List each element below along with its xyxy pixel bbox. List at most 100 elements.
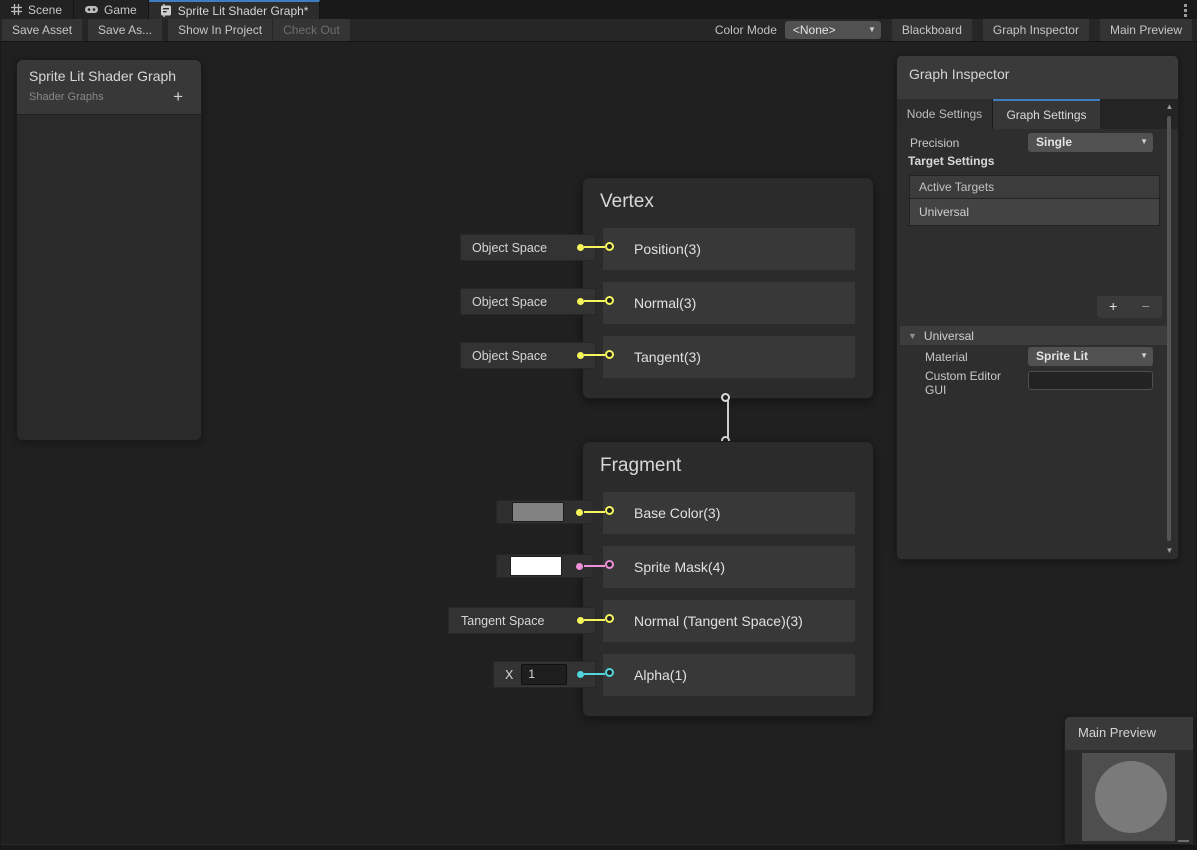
port-row-base-color: Base Color(3) (603, 492, 855, 534)
color-swatch[interactable] (510, 556, 562, 576)
inspector-scrollbar[interactable]: ▲ ▼ (1163, 102, 1176, 555)
normal-space-dropdown[interactable]: Object Space (460, 288, 596, 315)
port-label: Alpha(1) (634, 667, 687, 683)
alpha-input[interactable]: 1 (521, 664, 567, 685)
tab-game-label: Game (104, 3, 137, 17)
graph-canvas[interactable]: Sprite Lit Shader Graph Shader Graphs + … (1, 42, 1196, 845)
port-label: Normal (Tangent Space)(3) (634, 613, 803, 629)
port-row-normal-tangent-space: Normal (Tangent Space)(3) (603, 600, 855, 642)
color-mode-dropdown[interactable]: <None> ▼ (785, 21, 881, 39)
add-target-button[interactable]: + (1097, 296, 1130, 318)
main-preview-body (1065, 750, 1193, 845)
port-label: Tangent(3) (634, 349, 701, 365)
remove-target-button[interactable]: − (1130, 296, 1163, 318)
tab-graph-settings[interactable]: Graph Settings (993, 99, 1100, 129)
position-space-dropdown[interactable]: Object Space (460, 234, 596, 261)
alpha-port[interactable] (605, 668, 614, 677)
port-dot-icon (577, 671, 584, 678)
chevron-down-icon: ▼ (868, 21, 876, 39)
port-label: Position(3) (634, 241, 701, 257)
graph-inspector-toggle-button[interactable]: Graph Inspector (983, 19, 1089, 41)
preview-sphere (1095, 761, 1167, 833)
tangent-space-dropdown[interactable]: Object Space (460, 342, 596, 369)
port-connector-line (584, 246, 605, 248)
port-row-position: Position(3) (603, 228, 855, 270)
add-property-button[interactable]: + (173, 90, 183, 104)
target-list-item[interactable]: Universal (910, 199, 1159, 225)
vertex-node[interactable]: Vertex Position(3) Normal(3) Tangent(3) (582, 177, 874, 399)
port-label: Normal(3) (634, 295, 696, 311)
tangent-port[interactable] (605, 350, 614, 359)
active-targets-header: Active Targets (910, 176, 1159, 199)
chevron-down-icon: ▼ (1140, 133, 1148, 151)
port-connector-line (584, 673, 605, 675)
unity-shader-graph-window: Scene Game Sprite Lit Shader Graph* Save… (0, 0, 1197, 850)
fragment-node[interactable]: Fragment Base Color(3) Sprite Mask(4) No… (582, 441, 874, 717)
scroll-up-icon[interactable]: ▲ (1163, 102, 1176, 111)
preview-render-area (1082, 753, 1175, 841)
vertex-node-title: Vertex (583, 178, 873, 213)
blackboard-subtitle: Shader Graphs (29, 91, 104, 103)
material-dropdown[interactable]: Sprite Lit ▼ (1028, 347, 1153, 366)
blackboard-header: Sprite Lit Shader Graph Shader Graphs + (17, 60, 201, 115)
scrollbar-thumb[interactable] (1167, 116, 1171, 541)
port-row-alpha: Alpha(1) (603, 654, 855, 696)
active-targets-list: Active Targets Universal (909, 175, 1160, 226)
precision-dropdown[interactable]: Single ▼ (1028, 133, 1153, 152)
shader-graph-toolbar: Save Asset Save As... Show In Project Ch… (0, 19, 1197, 42)
main-preview-title: Main Preview (1065, 717, 1193, 750)
inspector-tab-strip: Node Settings Graph Settings (897, 99, 1178, 129)
tab-scene[interactable]: Scene (0, 0, 74, 19)
base-color-swatch-field[interactable] (496, 500, 594, 524)
scene-grid-icon (11, 4, 22, 15)
blackboard-title: Sprite Lit Shader Graph (29, 68, 189, 84)
sprite-mask-port[interactable] (605, 560, 614, 569)
blackboard-toggle-button[interactable]: Blackboard (892, 19, 972, 41)
fragment-node-title: Fragment (583, 442, 873, 477)
normal-space-dropdown[interactable]: Tangent Space (448, 607, 596, 634)
save-as-button[interactable]: Save As... (88, 19, 162, 41)
normal-tangent-space-port[interactable] (605, 614, 614, 623)
port-connector-line (584, 565, 605, 567)
color-mode-label: Color Mode (715, 23, 777, 37)
foldout-triangle-icon: ▼ (908, 331, 917, 341)
tab-shader-graph[interactable]: Sprite Lit Shader Graph* (149, 0, 321, 19)
normal-port[interactable] (605, 296, 614, 305)
tab-node-settings[interactable]: Node Settings (897, 99, 993, 129)
universal-foldout[interactable]: ▼ Universal (900, 326, 1170, 345)
precision-label: Precision (910, 136, 959, 150)
universal-foldout-label: Universal (924, 329, 974, 343)
port-dot-icon (576, 509, 583, 516)
main-preview-toggle-button[interactable]: Main Preview (1100, 19, 1192, 41)
graph-inspector-panel[interactable]: Graph Inspector Node Settings Graph Sett… (896, 55, 1179, 560)
sprite-mask-swatch-field[interactable] (496, 554, 594, 578)
position-port[interactable] (605, 242, 614, 251)
port-row-normal: Normal(3) (603, 282, 855, 324)
inspector-body: Precision Single ▼ Target Settings Activ… (897, 129, 1178, 559)
port-dot-icon (577, 352, 584, 359)
material-label: Material (925, 350, 968, 364)
port-dot-icon (576, 563, 583, 570)
port-dot-icon (577, 298, 584, 305)
port-row-sprite-mask: Sprite Mask(4) (603, 546, 855, 588)
blackboard-panel[interactable]: Sprite Lit Shader Graph Shader Graphs + (16, 59, 202, 441)
chevron-down-icon: ▼ (1140, 347, 1148, 365)
color-swatch[interactable] (512, 502, 564, 522)
custom-editor-gui-label: Custom Editor GUI (925, 369, 1001, 397)
port-dot-icon (577, 617, 584, 624)
tab-shader-graph-label: Sprite Lit Shader Graph* (178, 4, 309, 18)
graph-inspector-title: Graph Inspector (897, 56, 1178, 99)
resize-grip-icon[interactable] (1178, 840, 1189, 842)
scroll-down-icon[interactable]: ▼ (1163, 546, 1176, 555)
main-preview-panel[interactable]: Main Preview (1064, 716, 1194, 845)
base-color-port[interactable] (605, 506, 614, 515)
show-in-project-button[interactable]: Show In Project (168, 19, 272, 41)
port-label: Sprite Mask(4) (634, 559, 725, 575)
save-asset-button[interactable]: Save Asset (2, 19, 82, 41)
tab-bar-menu-icon[interactable] (1184, 4, 1187, 17)
edge-connector-icon[interactable] (721, 393, 730, 402)
tab-scene-label: Scene (28, 3, 62, 17)
tab-game[interactable]: Game (74, 0, 149, 19)
custom-editor-gui-input[interactable] (1028, 371, 1153, 390)
x-component-label: X (505, 668, 513, 682)
